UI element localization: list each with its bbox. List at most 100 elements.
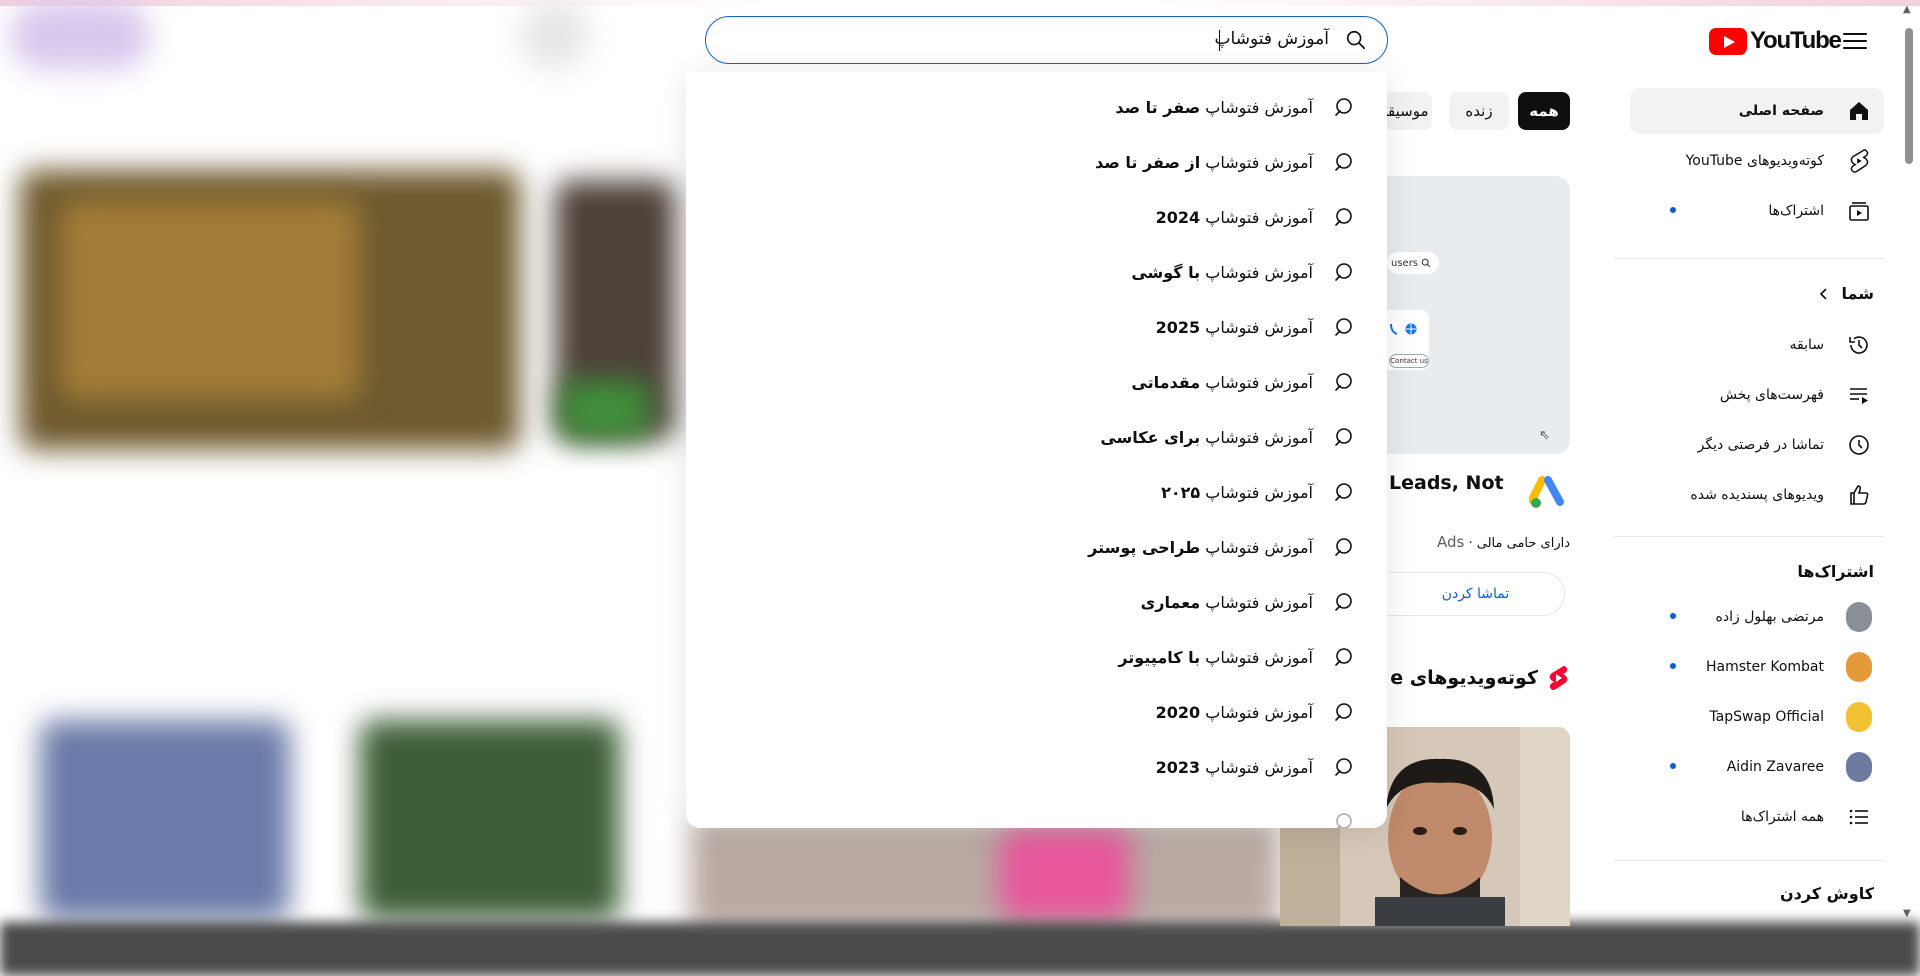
sidebar-item-label: Aidin Zavaree bbox=[1726, 759, 1824, 775]
sidebar-item-label: اشتراک‌ها bbox=[1768, 203, 1824, 219]
ad-contact-button: Contact us bbox=[1389, 354, 1429, 368]
shorts-header: کوته‌ویدیوهای e bbox=[1390, 665, 1570, 691]
sidebar-item-history[interactable]: سابقه bbox=[1630, 322, 1884, 368]
search-icon bbox=[1335, 757, 1352, 776]
suggestion-prefix: آموزش فتوشاپ bbox=[1205, 373, 1313, 392]
chip-all-label: همه bbox=[1529, 102, 1559, 120]
suggestion-suffix: طراحی پوستر bbox=[1088, 538, 1201, 557]
sidebar-item-home[interactable]: صفحه اصلی bbox=[1630, 88, 1884, 134]
top-fade bbox=[0, 0, 1920, 6]
suggestion-suffix: 2020 bbox=[1155, 703, 1201, 722]
blurred-thumb-4 bbox=[360, 720, 620, 920]
ad-watch-button[interactable]: تماشا کردن bbox=[1387, 572, 1565, 616]
ad-thumbnail[interactable]: users Contact us ⇖ bbox=[1387, 176, 1570, 454]
channel-avatar bbox=[1846, 702, 1872, 732]
clock-icon bbox=[1846, 432, 1872, 458]
ad-pill-text: users bbox=[1391, 257, 1419, 269]
suggestion-item[interactable]: آموزش فتوشاپ ۲۰۲۵ bbox=[707, 465, 1357, 520]
youtube-play-icon bbox=[1709, 27, 1747, 55]
suggestion-item[interactable]: آموزش فتوشاپ مقدماتی bbox=[707, 355, 1357, 410]
sidebar-section-explore: کاوش کردن bbox=[1780, 884, 1874, 903]
ad-ads-label: Ads bbox=[1437, 533, 1465, 551]
suggestion-item[interactable]: آموزش فتوشاپ 2024 bbox=[707, 190, 1357, 245]
new-content-dot bbox=[1670, 613, 1676, 619]
scroll-down-arrow-icon[interactable]: ▼ bbox=[1903, 908, 1911, 919]
sidebar-item-label: فهرست‌های پخش bbox=[1719, 387, 1824, 403]
ad-title[interactable]: Leads, Not bbox=[1389, 472, 1504, 494]
sidebar-sub-item[interactable]: Hamster Kombat bbox=[1630, 644, 1884, 690]
sidebar-sub-item[interactable]: Aidin Zavaree bbox=[1630, 744, 1884, 790]
sidebar-section-title: کاوش کردن bbox=[1779, 884, 1874, 903]
sidebar-item-all-subscriptions[interactable]: همه اشتراک‌ها bbox=[1630, 794, 1884, 840]
sidebar-divider bbox=[1614, 258, 1884, 259]
home-icon bbox=[1846, 98, 1872, 124]
search-icon bbox=[1336, 812, 1352, 828]
cursor-icon: ⇖ bbox=[1539, 428, 1550, 443]
scrollbar-thumb[interactable] bbox=[1905, 28, 1913, 164]
menu-icon[interactable] bbox=[1843, 30, 1867, 50]
thumbs-up-icon bbox=[1846, 482, 1872, 508]
sidebar-item-label: کوته‌ویدیوهای YouTube bbox=[1685, 153, 1824, 169]
suggestion-prefix: آموزش فتوشاپ bbox=[1205, 483, 1313, 502]
search-query: آموزش فتوشاپ bbox=[1214, 29, 1329, 49]
suggestion-item[interactable]: آموزش فتوشاپ با کامپیوتر bbox=[707, 630, 1357, 685]
blurred-thumb-1-highlight bbox=[60, 200, 360, 400]
chip-all[interactable]: همه bbox=[1518, 92, 1570, 130]
suggestion-item[interactable]: آموزش فتوشاپ معماری bbox=[707, 575, 1357, 630]
channel-avatar bbox=[1846, 602, 1872, 632]
list-icon bbox=[1846, 804, 1872, 830]
suggestion-suffix: از صفر تا صد bbox=[1095, 153, 1201, 172]
suggestion-item[interactable]: آموزش فتوشاپ از صفر تا صد bbox=[707, 135, 1357, 190]
sidebar-item-subscriptions[interactable]: اشتراک‌ها bbox=[1630, 188, 1884, 234]
sidebar-item-watch-later[interactable]: تماشا در فرصتی دیگر bbox=[1630, 422, 1884, 468]
ad-meta: دارای حامی مالی · Ads bbox=[1387, 533, 1570, 551]
suggestion-item[interactable]: آموزش فتوشاپ 2023 bbox=[707, 740, 1357, 795]
search-icon bbox=[1335, 592, 1352, 611]
suggestion-item[interactable]: آموزش فتوشاپ طراحی پوستر bbox=[707, 520, 1357, 575]
suggestion-prefix: آموزش فتوشاپ bbox=[1205, 428, 1313, 447]
blurred-thumb-3 bbox=[40, 720, 290, 920]
chip-live[interactable]: زنده bbox=[1449, 92, 1509, 130]
sidebar-sub-item[interactable]: TapSwap Official bbox=[1630, 694, 1884, 740]
scroll-up-arrow-icon[interactable]: ▲ bbox=[1903, 4, 1911, 15]
search-icon[interactable] bbox=[1345, 29, 1367, 51]
youtube-logo[interactable]: YouTube bbox=[1709, 27, 1842, 55]
suggestion-item[interactable]: آموزش فتوشاپ 2020 bbox=[707, 685, 1357, 740]
os-taskbar bbox=[0, 922, 1920, 976]
suggestion-item[interactable]: آموزش فتوشاپ با گوشی bbox=[707, 245, 1357, 300]
suggestion-item[interactable]: آموزش فتوشاپ 2025 bbox=[707, 300, 1357, 355]
suggestion-suffix: مقدماتی bbox=[1131, 373, 1201, 392]
suggestion-item[interactable]: آموزش فتوشاپ برای عکاسی bbox=[707, 410, 1357, 465]
suggestion-prefix: آموزش فتوشاپ bbox=[1205, 703, 1313, 722]
channel-avatar bbox=[1846, 652, 1872, 682]
sidebar-item-label: همه اشتراک‌ها bbox=[1740, 809, 1824, 825]
sidebar-section-subscriptions: اشتراک‌ها bbox=[1797, 562, 1874, 581]
sidebar-item-label: تماشا در فرصتی دیگر bbox=[1697, 437, 1824, 453]
sidebar-item-shorts[interactable]: کوته‌ویدیوهای YouTube bbox=[1630, 138, 1884, 184]
sidebar-section-you[interactable]: شما bbox=[1818, 284, 1874, 303]
phone-globe-icon bbox=[1390, 323, 1417, 335]
ad-contact-button-text: Contact us bbox=[1390, 357, 1428, 365]
sidebar-item-playlists[interactable]: فهرست‌های پخش bbox=[1630, 372, 1884, 418]
ad-pill: users bbox=[1387, 252, 1439, 274]
sidebar-item-label: مرتضی بهلول زاده bbox=[1715, 609, 1824, 625]
suggestion-suffix: برای عکاسی bbox=[1100, 428, 1201, 447]
search-icon bbox=[1335, 372, 1352, 391]
suggestion-suffix: با کامپیوتر bbox=[1118, 648, 1201, 667]
sidebar-sub-item[interactable]: مرتضی بهلول زاده bbox=[1630, 594, 1884, 640]
sidebar-divider bbox=[1614, 860, 1884, 861]
suggestion-prefix: آموزش فتوشاپ bbox=[1205, 538, 1313, 557]
sidebar-item-liked[interactable]: ویدیوهای پسندیده شده bbox=[1630, 472, 1884, 518]
suggestion-prefix: آموزش فتوشاپ bbox=[1205, 153, 1313, 172]
suggestion-item-partial[interactable] bbox=[707, 795, 1357, 828]
search-input[interactable]: آموزش فتوشاپ bbox=[705, 16, 1388, 64]
ad-sponsored: دارای حامی مالی · bbox=[1468, 536, 1570, 551]
search-icon bbox=[1335, 482, 1352, 501]
search-icon bbox=[1335, 537, 1352, 556]
suggestion-suffix: 2025 bbox=[1155, 318, 1201, 337]
search-suggestions: آموزش فتوشاپ صفر تا صد آموزش فتوشاپ از ص… bbox=[686, 72, 1387, 828]
subscriptions-icon bbox=[1846, 198, 1872, 224]
suggestion-item[interactable]: آموزش فتوشاپ صفر تا صد bbox=[707, 80, 1357, 135]
logo-text: YouTube bbox=[1750, 27, 1842, 54]
suggestion-prefix: آموزش فتوشاپ bbox=[1205, 758, 1313, 777]
